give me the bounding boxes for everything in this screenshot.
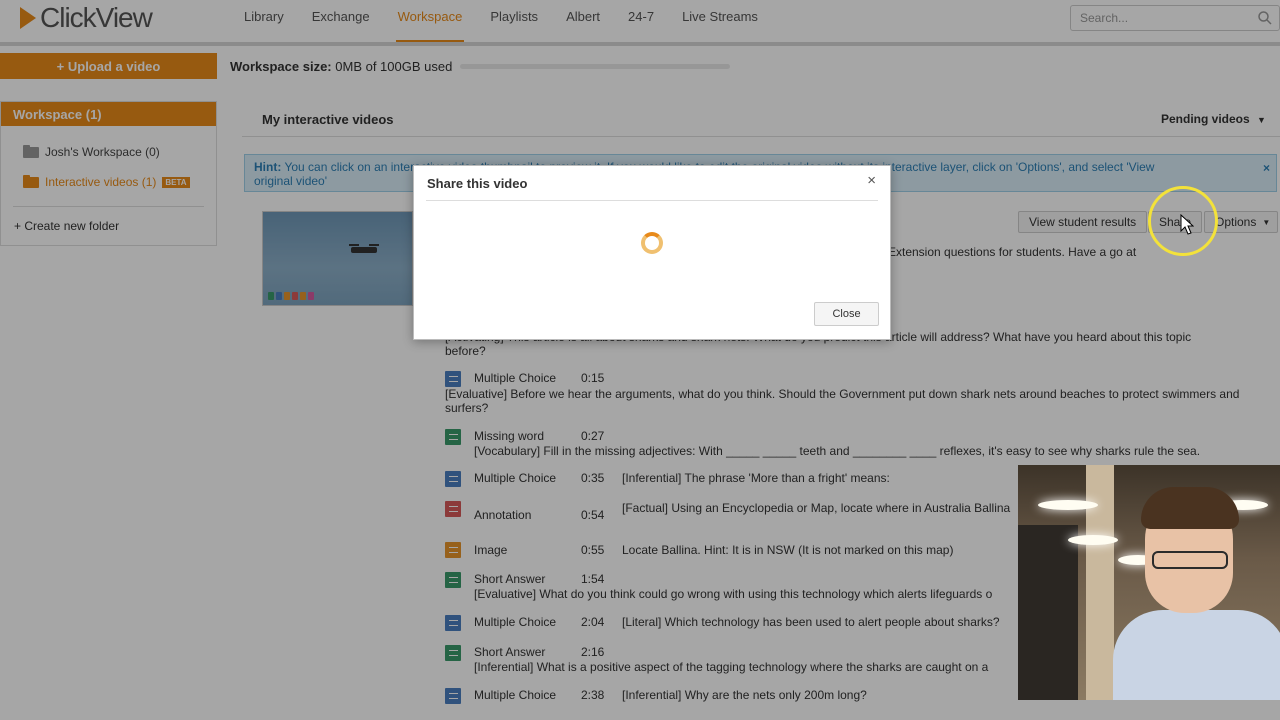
ceiling-light <box>1068 535 1118 545</box>
dialog-divider <box>426 200 878 201</box>
person-hair <box>1141 487 1239 529</box>
share-video-dialog: Share this video × Close <box>413 165 891 340</box>
close-button[interactable]: Close <box>814 302 879 326</box>
person-glasses <box>1152 551 1228 569</box>
loading-spinner-icon <box>641 232 663 254</box>
close-icon[interactable]: × <box>867 172 876 189</box>
person-shirt <box>1113 610 1280 700</box>
dialog-title: Share this video <box>427 176 528 191</box>
cam-window <box>1018 525 1078 700</box>
webcam-feed <box>1018 465 1280 700</box>
mouse-pointer-icon <box>1180 213 1195 239</box>
cam-pillar <box>1086 465 1114 700</box>
app-window: ClickView Library Exchange Workspace Pla… <box>0 0 1280 720</box>
ceiling-light <box>1038 500 1098 510</box>
